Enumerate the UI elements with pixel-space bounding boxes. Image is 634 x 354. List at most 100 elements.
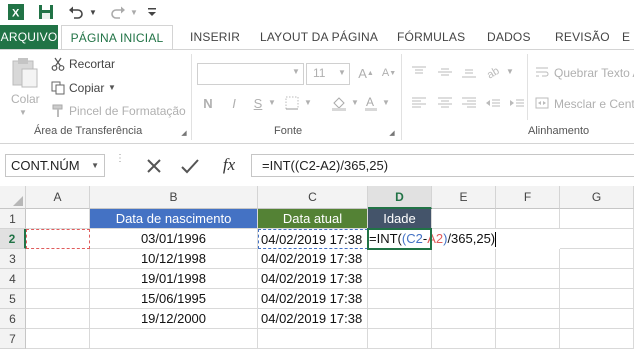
italic-icon[interactable]: I xyxy=(226,94,242,112)
cell-d7[interactable] xyxy=(368,329,432,349)
paste-button[interactable]: Colar xyxy=(11,92,40,106)
cut-button[interactable]: Recortar xyxy=(69,57,115,71)
cell-c7[interactable] xyxy=(258,329,368,349)
cell-a2[interactable] xyxy=(26,229,90,249)
select-all-corner[interactable] xyxy=(0,186,26,209)
cell-b6[interactable]: 19/12/2000 xyxy=(90,309,258,329)
column-header-f[interactable]: F xyxy=(496,186,560,209)
increase-font-icon[interactable]: A ▲ xyxy=(357,64,375,82)
formula-bar-grip-icon[interactable]: ⋮ xyxy=(115,154,125,176)
cell-g7[interactable] xyxy=(560,329,634,349)
cell-g6[interactable] xyxy=(560,309,634,329)
cell-b3[interactable]: 10/12/1998 xyxy=(90,249,258,269)
column-header-a[interactable]: A xyxy=(26,186,90,209)
enter-icon[interactable] xyxy=(176,156,204,176)
font-launcher-icon[interactable]: ◢ xyxy=(388,129,396,137)
cancel-icon[interactable] xyxy=(140,156,168,176)
undo-icon[interactable] xyxy=(66,3,86,21)
row-header-3[interactable]: 3 xyxy=(0,249,26,269)
merge-center-icon[interactable] xyxy=(534,95,550,111)
cell-f3[interactable] xyxy=(496,249,560,269)
cell-b2[interactable]: 03/01/1996 xyxy=(90,229,258,249)
cell-g5[interactable] xyxy=(560,289,634,309)
fill-color-dropdown-icon[interactable]: ▼ xyxy=(351,98,359,107)
customize-toolbar-icon[interactable] xyxy=(146,3,158,21)
cell-c1[interactable]: Data atual xyxy=(258,209,368,229)
cell-a4[interactable] xyxy=(26,269,90,289)
bold-icon[interactable]: N xyxy=(200,94,216,112)
cut-icon[interactable] xyxy=(50,56,66,72)
cell-d3[interactable] xyxy=(368,249,432,269)
cell-f6[interactable] xyxy=(496,309,560,329)
cell-b7[interactable] xyxy=(90,329,258,349)
redo-icon[interactable] xyxy=(108,3,128,21)
cell-c6[interactable]: 04/02/2019 17:38 xyxy=(258,309,368,329)
font-color-dropdown-icon[interactable]: ▼ xyxy=(382,98,390,107)
cell-g2[interactable] xyxy=(560,229,634,249)
row-header-1[interactable]: 1 xyxy=(0,209,26,229)
cell-e7[interactable] xyxy=(432,329,496,349)
cell-g4[interactable] xyxy=(560,269,634,289)
cell-e6[interactable] xyxy=(432,309,496,329)
undo-dropdown-icon[interactable]: ▼ xyxy=(88,3,98,21)
align-left-icon[interactable] xyxy=(410,95,428,111)
copy-dropdown-icon[interactable]: ▼ xyxy=(108,83,116,92)
cell-g1[interactable] xyxy=(560,209,634,229)
merge-center-button[interactable]: Mesclar e Cent xyxy=(554,97,634,111)
column-header-b[interactable]: B xyxy=(90,186,258,209)
cell-f5[interactable] xyxy=(496,289,560,309)
align-right-icon[interactable] xyxy=(460,95,478,111)
cell-a3[interactable] xyxy=(26,249,90,269)
cell-e4[interactable] xyxy=(432,269,496,289)
tab-page-layout[interactable]: LAYOUT DA PÁGINA xyxy=(260,25,378,49)
cell-c4[interactable]: 04/02/2019 17:38 xyxy=(258,269,368,289)
font-size-combo[interactable]: 11 ▼ xyxy=(306,63,350,85)
cell-f1[interactable] xyxy=(496,209,560,229)
formula-input[interactable]: =INT((C2-A2)/365,25) xyxy=(251,154,634,177)
tab-view[interactable]: E xyxy=(622,25,630,49)
redo-dropdown-icon[interactable]: ▼ xyxy=(129,3,139,21)
orientation-icon[interactable]: ab xyxy=(484,62,504,80)
align-bottom-icon[interactable] xyxy=(460,64,478,80)
row-header-4[interactable]: 4 xyxy=(0,269,26,289)
wrap-text-icon[interactable] xyxy=(534,64,550,80)
column-header-g[interactable]: G xyxy=(560,186,634,209)
name-box[interactable]: CONT.NÚM ▼ xyxy=(5,154,105,177)
name-box-dropdown-icon[interactable]: ▼ xyxy=(91,155,99,176)
font-color-icon[interactable]: A xyxy=(362,94,380,112)
decrease-indent-icon[interactable] xyxy=(484,95,502,111)
cell-a7[interactable] xyxy=(26,329,90,349)
fill-color-icon[interactable] xyxy=(330,94,348,112)
underline-icon[interactable]: S xyxy=(250,94,266,112)
cell-a6[interactable] xyxy=(26,309,90,329)
cell-d2-editor[interactable]: =INT((C2-A2)/365,25) xyxy=(368,229,560,249)
copy-icon[interactable] xyxy=(50,80,66,96)
cell-c3[interactable]: 04/02/2019 17:38 xyxy=(258,249,368,269)
tab-insert[interactable]: INSERIR xyxy=(190,25,240,49)
cell-e1[interactable] xyxy=(432,209,496,229)
format-painter-button[interactable]: Pincel de Formatação xyxy=(69,104,186,118)
increase-indent-icon[interactable] xyxy=(508,95,526,111)
align-top-icon[interactable] xyxy=(410,64,428,80)
cell-a1[interactable] xyxy=(26,209,90,229)
column-header-d[interactable]: D xyxy=(368,186,432,209)
tab-home[interactable]: PÁGINA INICIAL xyxy=(61,25,173,50)
cell-e3[interactable] xyxy=(432,249,496,269)
tab-file[interactable]: ARQUIVO xyxy=(0,25,58,49)
font-name-combo[interactable] xyxy=(197,63,304,85)
paste-icon[interactable] xyxy=(8,56,42,90)
column-header-e[interactable]: E xyxy=(432,186,496,209)
wrap-text-button[interactable]: Quebrar Texto A xyxy=(554,66,634,80)
cell-b5[interactable]: 15/06/1995 xyxy=(90,289,258,309)
cell-d1[interactable]: Idade xyxy=(368,209,432,229)
tab-data[interactable]: DADOS xyxy=(487,25,531,49)
underline-dropdown-icon[interactable]: ▼ xyxy=(268,98,276,107)
paste-dropdown-icon[interactable]: ▼ xyxy=(19,108,27,117)
borders-dropdown-icon[interactable]: ▼ xyxy=(304,98,312,107)
font-size-dropdown-icon[interactable]: ▼ xyxy=(338,68,346,77)
save-icon[interactable] xyxy=(36,3,56,21)
cell-d4[interactable] xyxy=(368,269,432,289)
font-name-dropdown-icon[interactable]: ▼ xyxy=(292,67,300,76)
format-painter-icon[interactable] xyxy=(50,103,66,119)
align-center-icon[interactable] xyxy=(436,95,454,111)
